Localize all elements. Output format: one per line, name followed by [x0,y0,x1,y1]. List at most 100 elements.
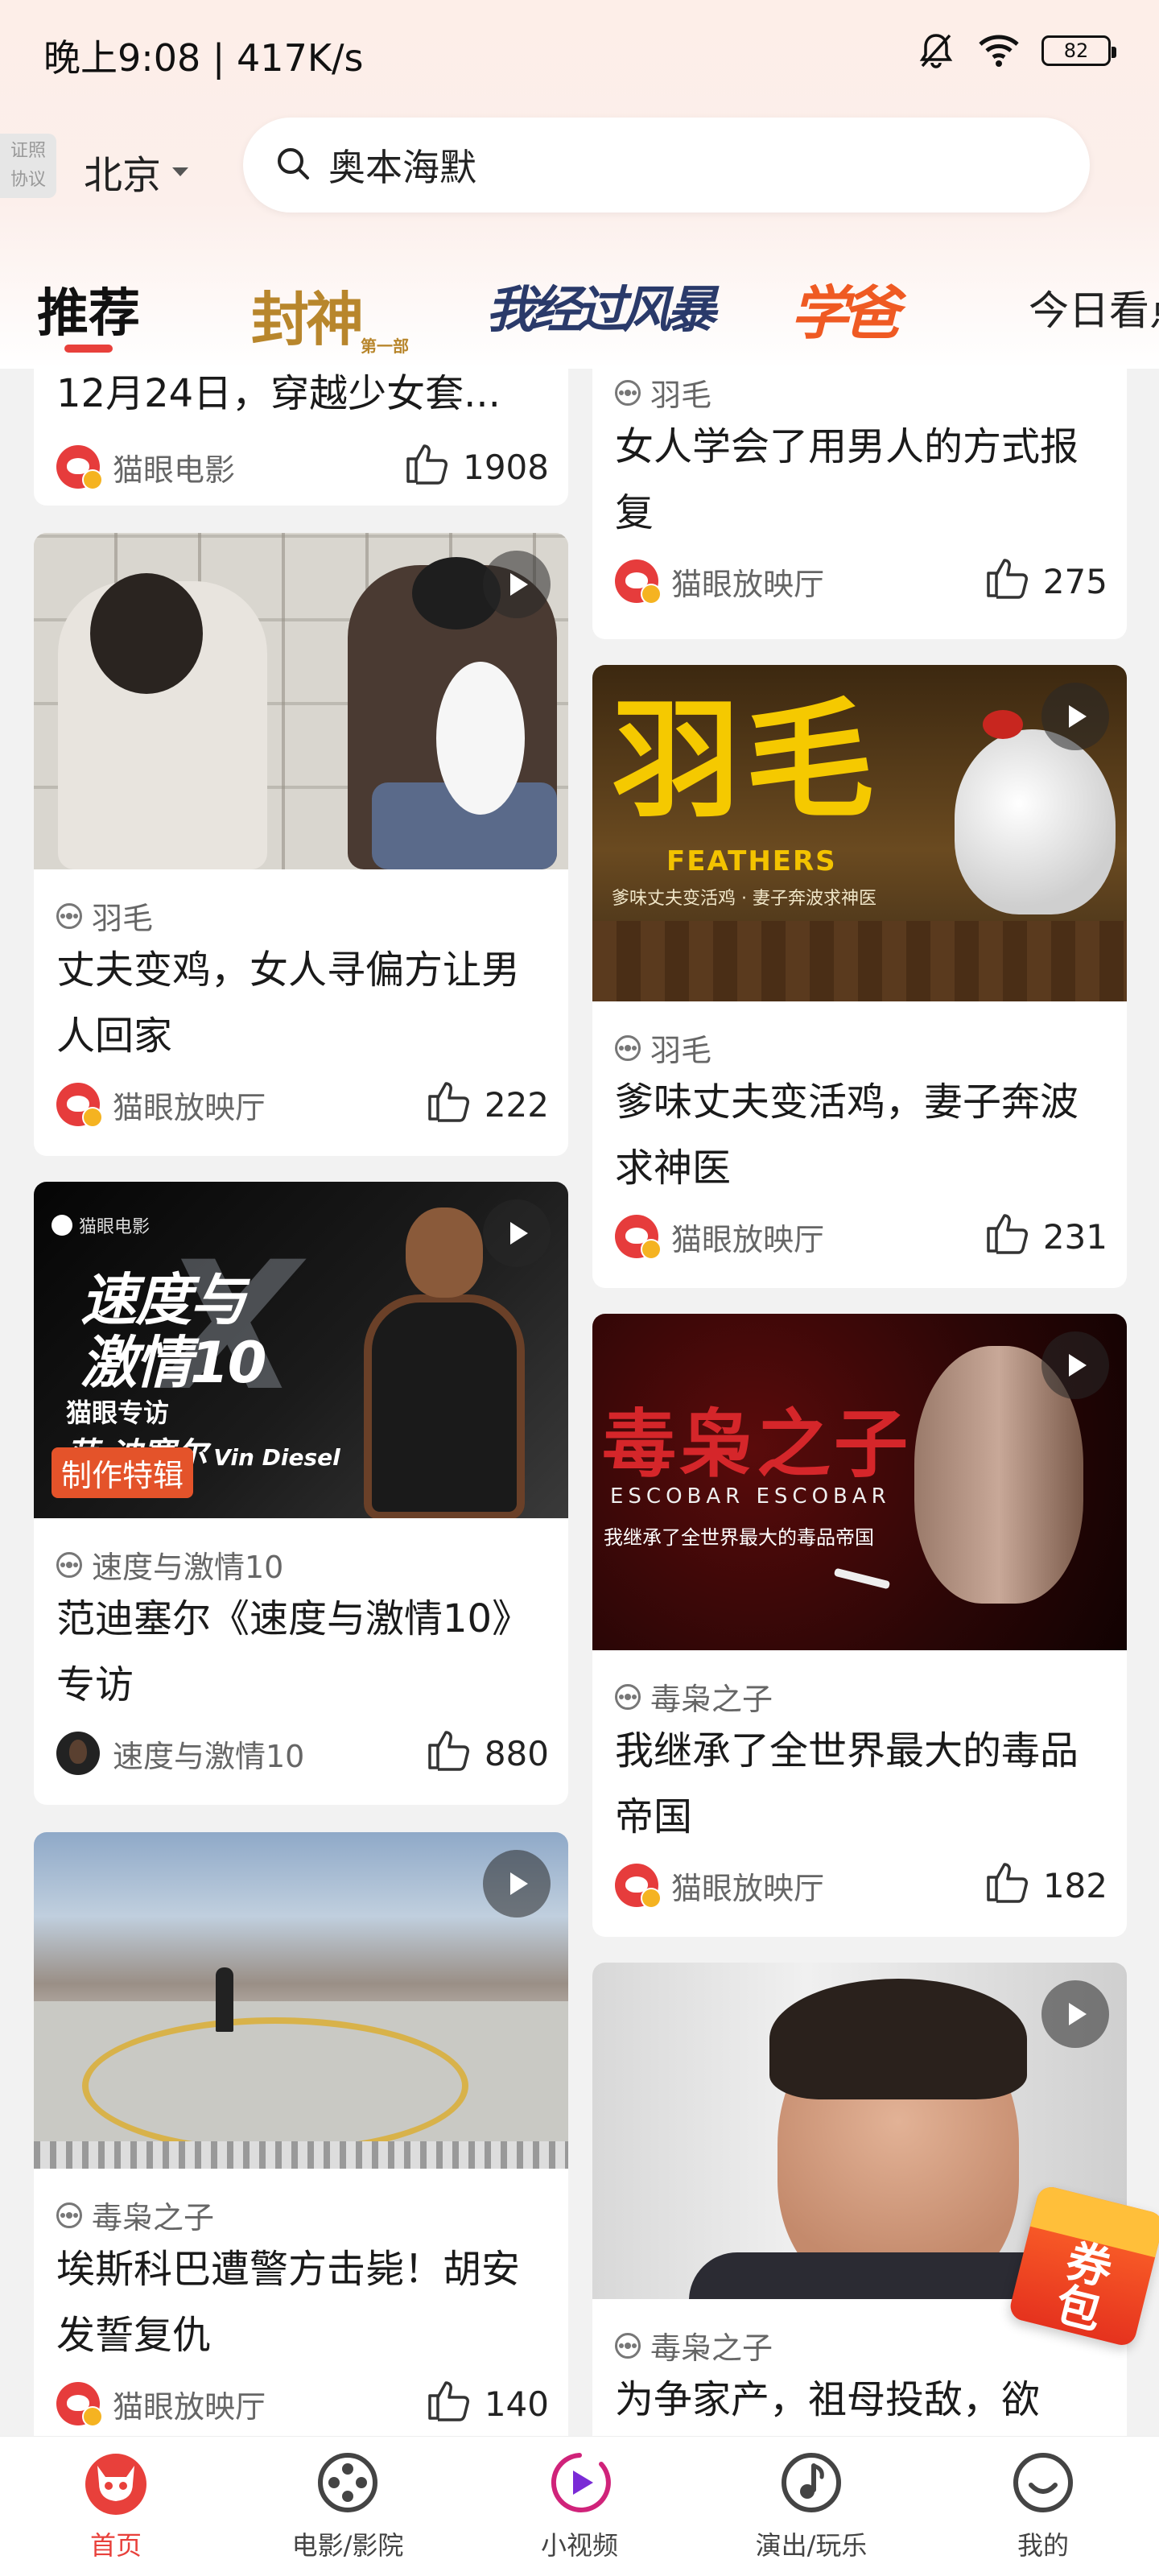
feature-badge: 制作特辑 [52,1447,194,1498]
city-name: 北京 [84,153,162,198]
avatar [56,1083,103,1128]
wifi-icon [977,33,1021,68]
card-author: 猫眼放映厅 [56,1083,266,1128]
card-tag[interactable]: 速度与激情10 [56,1542,283,1587]
status-time: 晚上9:08 | 417K/s [43,36,364,80]
search-bar[interactable]: 奥本海默 [243,118,1090,213]
feed-card[interactable]: 羽毛 丈夫变鸡，女人寻偏方让男人回家 猫眼放映厅 222 [34,533,568,1156]
music-note-icon [777,2448,846,2520]
card-author: 猫眼放映厅 [615,1864,824,1909]
card-author: 速度与激情10 [56,1732,304,1776]
like-button[interactable]: 140 [427,2378,549,2429]
like-button[interactable]: 222 [427,1079,549,1130]
search-query: 奥本海默 [328,146,476,189]
nav-short-video[interactable]: 小视频 [499,2448,660,2562]
feed-card[interactable]: 毒枭之子 埃斯科巴遭警方击毙！胡安发誓复仇 猫眼放映厅 140 [34,1832,568,2436]
card-tag[interactable]: 羽毛 [615,1026,711,1070]
maoyan-logo: 猫眼电影 [52,1212,150,1238]
category-tabs: 推荐 封神第一部 我经过风暴 学爸 今日看点 [0,258,1159,362]
profile-smile-icon [1008,2448,1078,2520]
video-thumbnail: 羽毛 FEATHERS 爹味丈夫变活鸡 · 妻子奔波求神医 [592,665,1127,1001]
tab-fengbao[interactable]: 我经过风暴 [486,269,716,341]
card-meta: 猫眼放映厅 231 [615,1211,1107,1262]
avatar [615,559,662,605]
thumbs-up-icon [985,1860,1032,1911]
card-title: 埃斯科巴遭警方击毙！胡安发誓复仇 [56,2247,521,2358]
card-tag[interactable]: 羽毛 [615,370,711,415]
card-title: 我继承了全世界最大的毒品帝国 [615,1728,1079,1839]
like-count: 182 [1042,1865,1107,1905]
card-title: 爹味丈夫变活鸡，妻子奔波求神医 [615,1080,1079,1191]
nav-profile[interactable]: 我的 [963,2448,1124,2562]
feed-card[interactable]: 12月24日，穿越少女套... 猫眼电影 1908 [34,369,568,506]
avatar [56,445,103,490]
card-tag[interactable]: 羽毛 [56,894,153,938]
play-icon[interactable] [483,551,551,618]
feed-card[interactable]: 毒枭之子 ESCOBAR ESCOBAR 我继承了全世界最大的毒品帝国 毒枭之子… [592,1314,1127,1937]
like-button[interactable]: 231 [985,1211,1107,1262]
avatar [56,2382,103,2427]
like-count: 1908 [463,447,549,487]
card-tag[interactable]: 毒枭之子 [615,2323,773,2368]
feed-card[interactable]: 羽毛 FEATHERS 爹味丈夫变活鸡 · 妻子奔波求神医 羽毛 爹味丈夫变活鸡… [592,665,1127,1288]
video-feed[interactable]: 12月24日，穿越少女套... 猫眼电影 1908 羽毛 丈夫变鸡，女人寻偏方让… [0,369,1159,2436]
cat-home-icon [81,2448,151,2520]
caret-down-icon [172,167,189,176]
top-header: 晚上9:08 | 417K/s 82 证照 协议 北京 奥本海默 推荐 封神第一… [0,0,1159,369]
card-meta: 速度与激情10 880 [56,1728,549,1779]
nav-shows-fun[interactable]: 演出/玩乐 [731,2448,892,2562]
card-author: 猫眼放映厅 [615,1215,824,1260]
card-meta: 猫眼电影 1908 [56,441,549,493]
tab-fengshen[interactable]: 封神第一部 [251,272,409,357]
tab-active-indicator [64,345,113,353]
card-tag[interactable]: 毒枭之子 [56,2193,214,2237]
play-icon[interactable] [1041,683,1109,750]
like-count: 222 [484,1084,549,1125]
play-icon[interactable] [483,1199,551,1267]
tab-today[interactable]: 今日看点 [1029,279,1159,336]
film-reel-icon [615,2332,641,2359]
play-icon[interactable] [1041,1331,1109,1399]
thumbs-up-icon [405,441,452,493]
video-thumbnail [34,533,568,869]
video-play-icon [545,2448,614,2520]
card-title: 女人学会了用男人的方式报复 [615,424,1079,535]
like-button[interactable]: 1908 [405,441,549,493]
card-author: 猫眼电影 [56,445,235,490]
thumbs-up-icon [427,1728,473,1779]
feed-card[interactable]: 猫眼电影 X 速度与 激情10 猫眼专访 范·迪塞尔Vin Diesel 制作特… [34,1182,568,1805]
play-icon[interactable] [483,1850,551,1918]
play-icon[interactable] [1041,1980,1109,2048]
like-button[interactable]: 275 [985,555,1107,607]
cert-license-badge[interactable]: 证照 协议 [0,134,56,198]
thumbs-up-icon [427,2378,473,2429]
like-count: 880 [484,1733,549,1773]
poster-title: 毒枭之子 [602,1401,912,1488]
video-thumbnail: 猫眼电影 X 速度与 激情10 猫眼专访 范·迪塞尔Vin Diesel 制作特… [34,1182,568,1518]
poster-title: 羽毛 [612,684,880,836]
bottom-nav: 首页 电影/影院 小视频 演出/玩乐 我的 [0,2436,1159,2576]
nav-home[interactable]: 首页 [35,2448,196,2562]
card-title: 丈夫变鸡，女人寻偏方让男人回家 [56,947,521,1059]
card-author: 猫眼放映厅 [615,559,824,605]
like-button[interactable]: 182 [985,1860,1107,1911]
tab-xueba[interactable]: 学爸 [790,266,900,350]
like-button[interactable]: 880 [427,1728,549,1779]
poster-title: 速度与 激情10 [80,1267,266,1396]
like-count: 231 [1042,1216,1107,1257]
card-meta: 猫眼放映厅 182 [615,1860,1107,1911]
battery-icon: 82 [1041,35,1116,66]
card-meta: 猫眼放映厅 275 [615,555,1107,607]
bell-off-icon [916,31,956,71]
nav-movies-cinema[interactable]: 电影/影院 [267,2448,428,2562]
feed-card[interactable]: 羽毛 女人学会了用男人的方式报复 猫眼放映厅 275 [592,369,1127,639]
thumbs-up-icon [985,1211,1032,1262]
avatar [615,1864,662,1909]
tab-recommend[interactable]: 推荐 [37,272,140,346]
city-selector[interactable]: 北京 [84,143,189,200]
film-reel-icon [615,1683,641,1710]
film-reel-icon [56,1551,82,1578]
card-tag[interactable]: 毒枭之子 [615,1674,773,1719]
avatar [56,1732,100,1775]
like-count: 140 [484,2384,549,2424]
